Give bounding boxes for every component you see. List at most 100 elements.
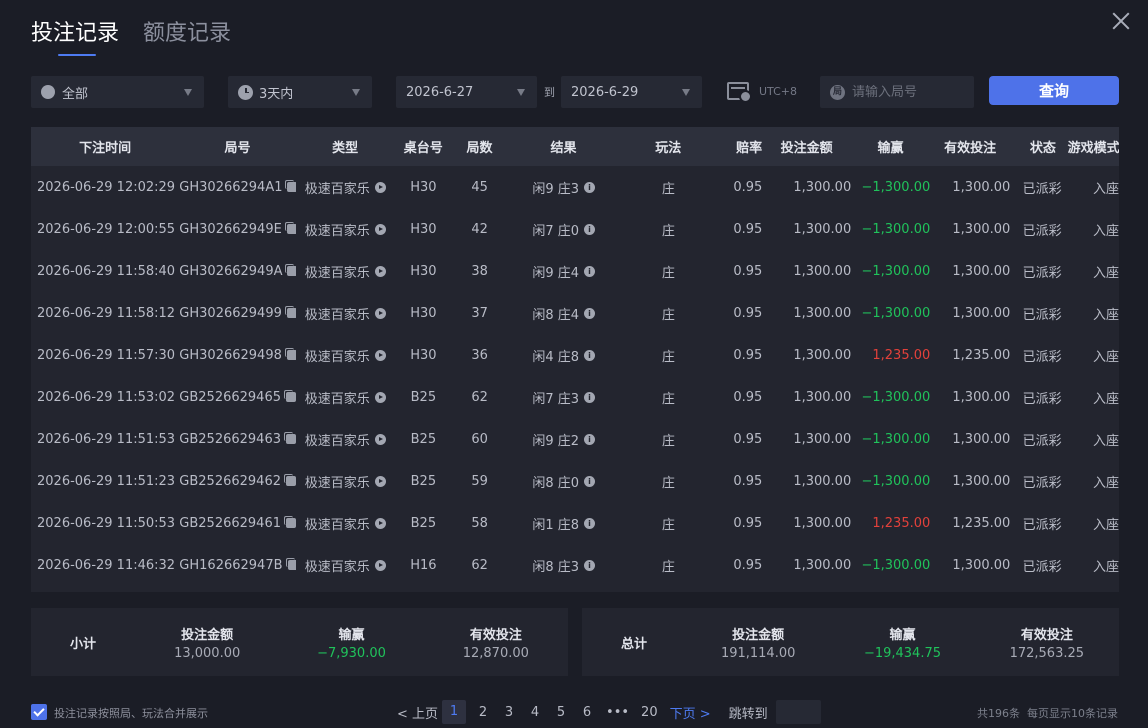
info-icon[interactable]: i <box>584 475 595 487</box>
cell-win-loss: −1,300.00 <box>861 221 931 237</box>
copy-icon[interactable] <box>284 306 296 318</box>
date-to-select[interactable]: 2026-6-29 <box>561 76 702 108</box>
merge-display-checkbox[interactable] <box>31 704 47 720</box>
cell-win-loss: −1,300.00 <box>861 179 931 195</box>
info-icon[interactable]: i <box>584 559 595 571</box>
cell-valid-bet: 1,300.00 <box>952 179 1011 195</box>
cell-bet-time: 2026-06-29 12:02:29 <box>37 179 176 195</box>
copy-icon[interactable] <box>284 348 296 360</box>
next-page-button[interactable]: 下页 > <box>670 703 711 722</box>
copy-icon[interactable] <box>284 432 296 444</box>
cell-type: 极速百家乐 <box>296 388 395 407</box>
table-row: 2026-06-29 12:00:55 GH302662949E 极速百家乐 H30 4… <box>31 208 1119 250</box>
info-icon[interactable]: i <box>584 349 595 361</box>
round-id-text: GH30266294A1 <box>179 179 283 195</box>
play-video-icon[interactable] <box>374 433 386 445</box>
cell-type: 极速百家乐 <box>296 430 395 449</box>
play-video-icon[interactable] <box>374 475 386 487</box>
copy-icon[interactable] <box>284 222 296 234</box>
cell-valid-bet: 1,300.00 <box>952 389 1011 405</box>
play-video-icon[interactable] <box>374 391 386 403</box>
cell-table-no: B25 <box>410 431 437 447</box>
total-valid-value: 172,563.25 <box>1009 645 1085 661</box>
cell-round-count: 36 <box>471 347 488 363</box>
round-id-text: GH3026629499 <box>179 305 282 321</box>
play-video-icon[interactable] <box>374 517 386 529</box>
prev-page-button[interactable]: < 上页 <box>397 703 438 722</box>
period-select[interactable]: 3天内 <box>228 76 372 108</box>
page-2[interactable]: 2 <box>476 705 490 720</box>
page-20[interactable]: 20 <box>641 705 658 720</box>
cell-valid-bet: 1,300.00 <box>952 221 1011 237</box>
calendar-clock-icon <box>727 82 752 103</box>
game-type-text: 极速百家乐 <box>304 223 370 239</box>
cell-bet-type: 庄 <box>661 517 675 533</box>
info-icon[interactable]: i <box>584 265 595 277</box>
play-video-icon[interactable] <box>374 265 386 277</box>
round-id-text: GH302662949A <box>179 263 283 279</box>
tab-bet-records[interactable]: 投注记录 <box>31 18 119 56</box>
copy-icon[interactable] <box>284 474 296 486</box>
cell-round-count: 38 <box>471 263 488 279</box>
info-icon[interactable]: i <box>584 223 595 235</box>
game-type-text: 极速百家乐 <box>304 475 370 491</box>
total-panel: 总计 投注金额 191,114.00 输赢 −19,434.75 有效投注 17… <box>582 608 1119 676</box>
info-icon[interactable]: i <box>584 391 595 403</box>
cell-bet-time: 2026-06-29 11:57:30 <box>37 347 176 363</box>
page-4[interactable]: 4 <box>528 705 542 720</box>
total-count: 共196条 <box>977 707 1020 720</box>
copy-icon[interactable] <box>285 264 296 276</box>
page-6[interactable]: 6 <box>580 705 594 720</box>
subtotal-win: 输赢 −7,930.00 <box>279 624 423 661</box>
footer-bar: 投注记录按照局、玩法合并展示 < 上页 1 2 3 4 5 6 ••• 20 下… <box>0 700 1148 724</box>
cell-round-id: GH3026629498 <box>179 348 296 363</box>
copy-icon[interactable] <box>284 516 296 528</box>
result-text: 闲1 庄8 <box>532 517 579 533</box>
close-icon[interactable] <box>1110 10 1132 32</box>
chevron-down-icon <box>352 89 360 96</box>
play-video-icon[interactable] <box>374 307 386 319</box>
cell-type: 极速百家乐 <box>296 178 395 197</box>
cell-bet-amount: 1,300.00 <box>793 431 852 447</box>
cell-round-id: GB2526629462 <box>179 474 296 489</box>
jump-to-page-input[interactable] <box>775 700 821 724</box>
round-search-input[interactable] <box>852 84 967 100</box>
result-text: 闲9 庄4 <box>532 265 579 281</box>
copy-icon[interactable] <box>285 180 296 192</box>
info-icon[interactable]: i <box>584 181 595 193</box>
cell-bet-amount: 1,300.00 <box>793 263 852 279</box>
game-select[interactable]: 全部 <box>31 76 204 108</box>
page-5[interactable]: 5 <box>554 705 568 720</box>
cell-type: 极速百家乐 <box>296 514 395 533</box>
play-video-icon[interactable] <box>374 349 386 361</box>
total-win-value: −19,434.75 <box>863 645 942 661</box>
cell-round-count: 37 <box>471 305 488 321</box>
cell-result: 闲9 庄4 i <box>507 262 620 281</box>
jump-to-label: 跳转到 <box>728 706 768 722</box>
page-3[interactable]: 3 <box>502 705 516 720</box>
page-ellipsis[interactable]: ••• <box>606 705 629 720</box>
result-text: 闲4 庄8 <box>532 349 579 365</box>
info-icon[interactable]: i <box>584 433 595 445</box>
cell-odds: 0.95 <box>733 305 763 321</box>
play-video-icon[interactable] <box>374 559 386 571</box>
query-button[interactable]: 查询 <box>989 76 1119 105</box>
cell-result: 闲9 庄2 i <box>507 430 620 449</box>
cell-bet-amount: 1,300.00 <box>793 473 852 489</box>
play-video-icon[interactable] <box>374 223 386 235</box>
cell-result: 闲7 庄3 i <box>507 388 620 407</box>
info-icon[interactable]: i <box>584 307 595 319</box>
game-type-text: 极速百家乐 <box>304 517 370 533</box>
copy-icon[interactable] <box>285 558 296 570</box>
round-id-text: GB2526629463 <box>179 431 281 447</box>
cell-round-id: GB2526629461 <box>179 516 296 531</box>
tab-credit-records[interactable]: 额度记录 <box>143 18 231 50</box>
info-icon[interactable]: i <box>584 517 595 529</box>
play-video-icon[interactable] <box>374 181 386 193</box>
subtotal-amount-label: 投注金额 <box>181 627 234 643</box>
copy-icon[interactable] <box>284 390 296 402</box>
cell-win-loss: −1,300.00 <box>861 263 931 279</box>
total-win-label: 输赢 <box>889 627 916 643</box>
date-from-select[interactable]: 2026-6-27 <box>396 76 537 108</box>
page-1[interactable]: 1 <box>442 700 467 724</box>
